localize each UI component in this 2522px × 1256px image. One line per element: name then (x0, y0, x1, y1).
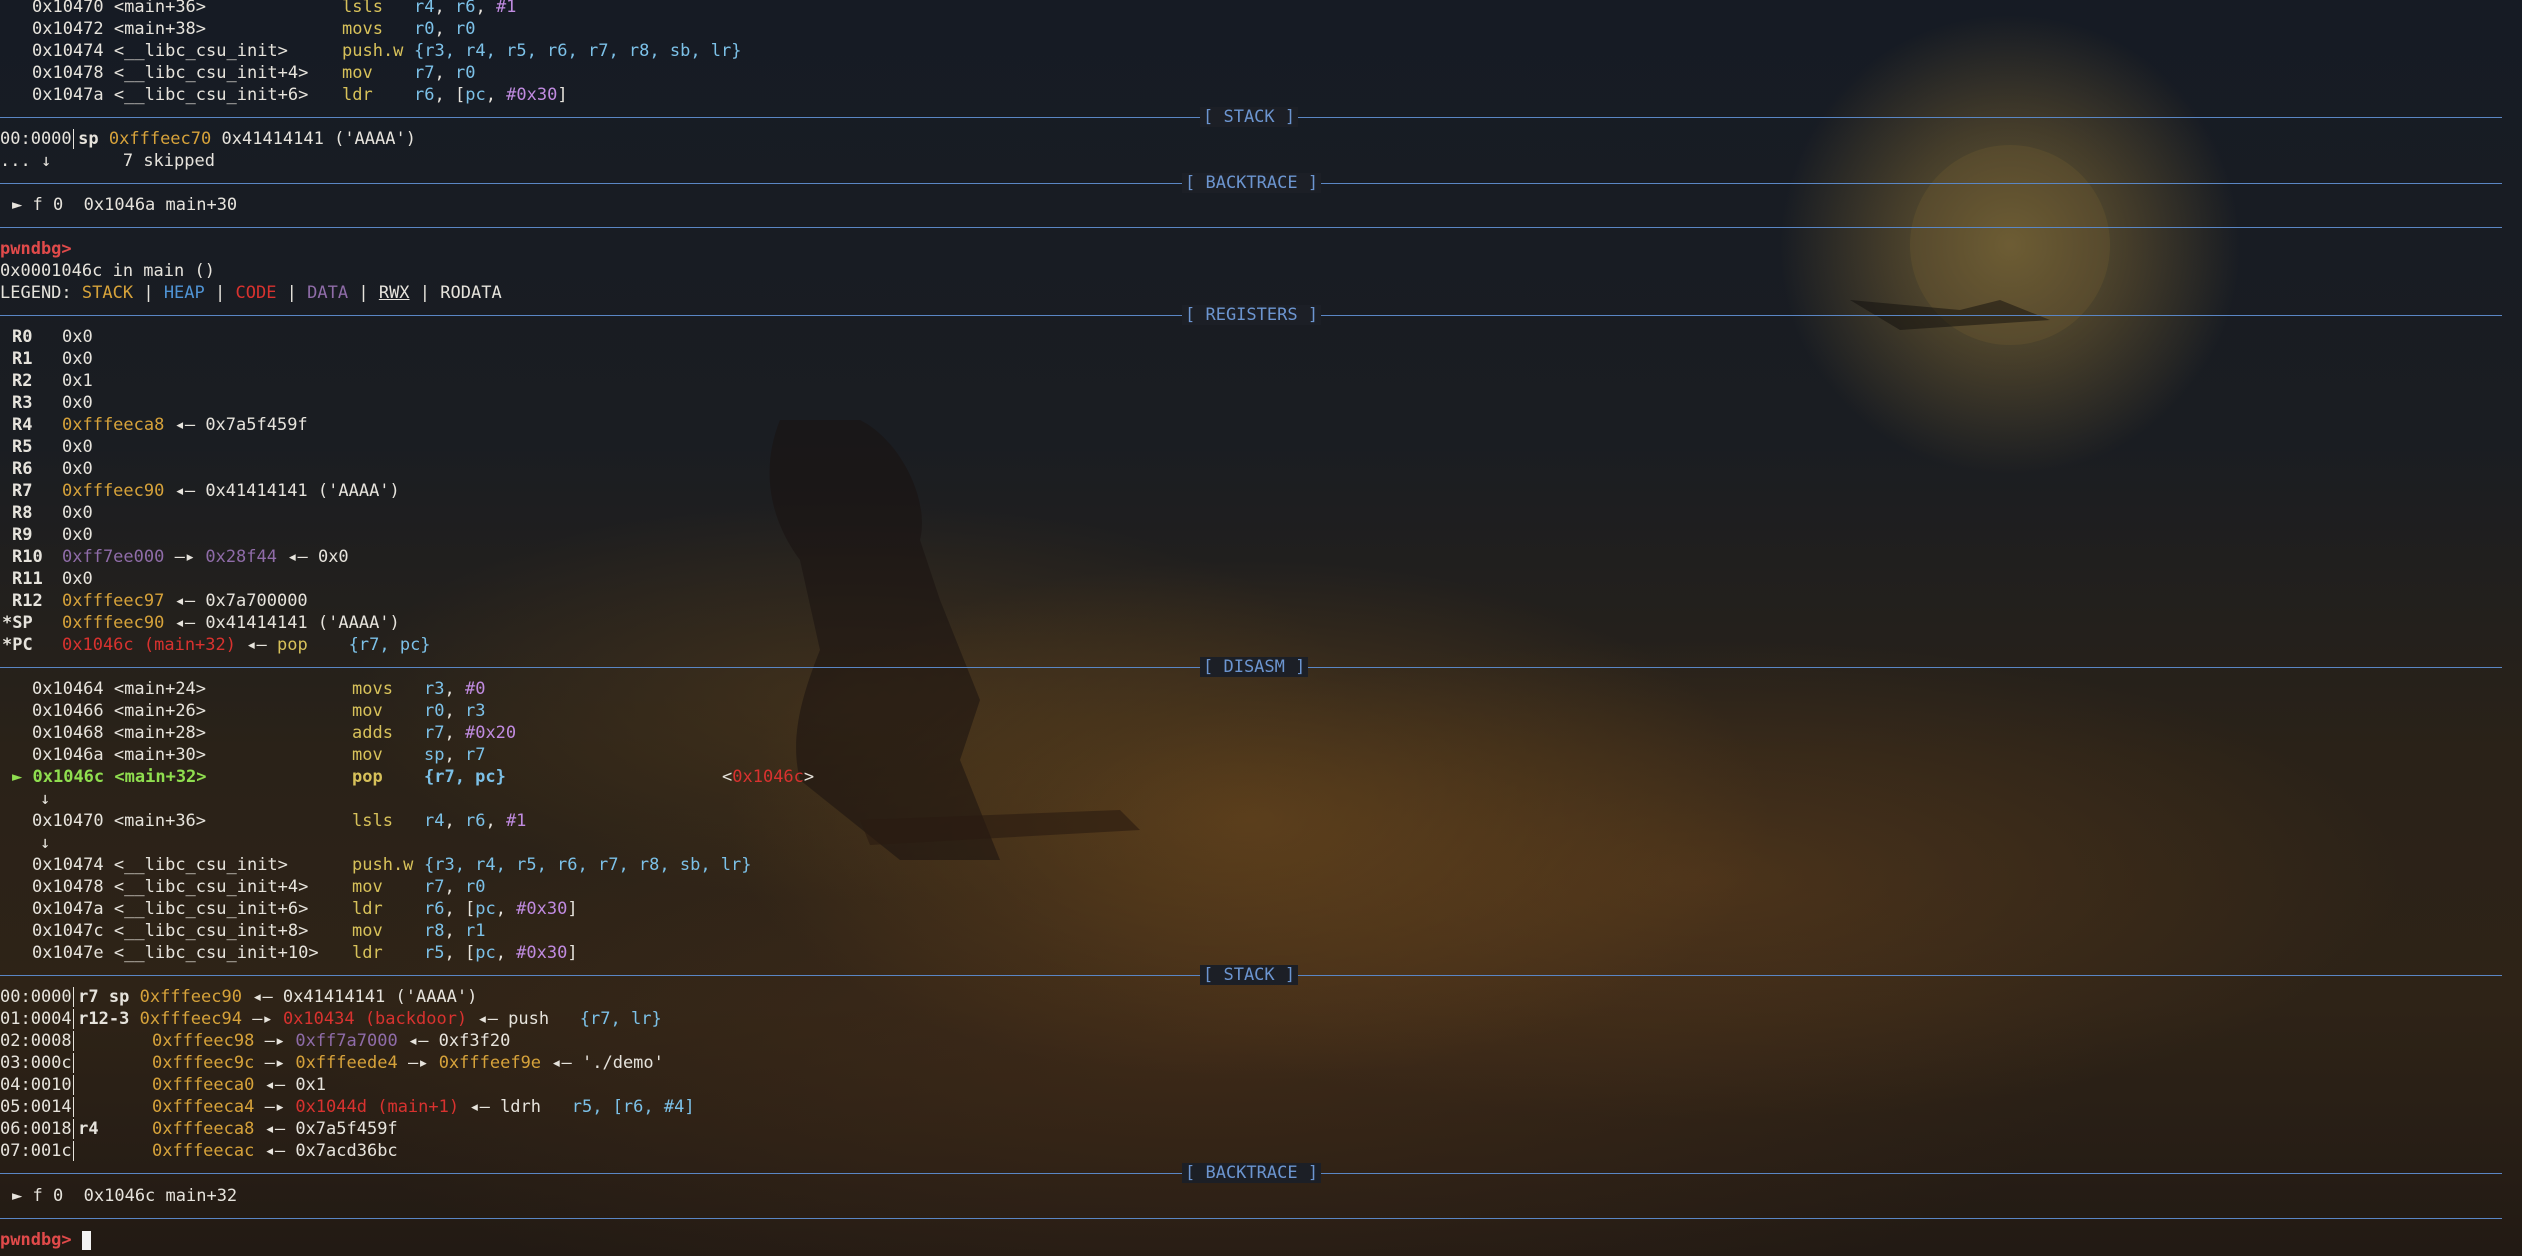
top-disasm-line: 0x10474 <__libc_csu_init> push.w {r3, r4, … (32, 41, 742, 61)
backtrace-frame: ► f 0 0x1046a main+30 (12, 195, 238, 215)
disasm-row: 0x1047c <__libc_csu_init+8> mov r8, r1 (32, 921, 486, 941)
section-end-rule (0, 1207, 2502, 1229)
register-row: R12 0xfffeec97 ◂— 0x7a700000 (12, 591, 308, 611)
disasm-row: 0x1046a <main+30> mov sp, r7 (32, 745, 486, 765)
stack-row: 03:000c 0xfffeec9c —▸ 0xfffeede4 —▸ 0xfff… (0, 1053, 664, 1073)
stack-separator: [ STACK ] (0, 106, 2502, 128)
register-row: R4 0xfffeeca8 ◂— 0x7a5f459f (12, 415, 308, 435)
register-row: R2 0x1 (12, 371, 93, 391)
terminal: 0x10470 <main+36> lsls r4, r6, #1 0x10472 … (0, 0, 2522, 1256)
disasm-row: 0x10468 <main+28> adds r7, #0x20 (32, 723, 517, 743)
disasm-row: 0x1047a <__libc_csu_init+6> ldr r6, [pc, #… (32, 899, 578, 919)
stack-row: 05:0014 0xfffeeca4 —▸ 0x1044d (main+1) ◂—… (0, 1097, 695, 1117)
command-line[interactable]: pwndbg> (0, 1229, 91, 1251)
backtrace-separator: [ BACKTRACE ] (0, 172, 2502, 194)
disasm-row: 0x10478 <__libc_csu_init+4> mov r7, r0 (32, 877, 486, 897)
disasm-row: 0x1047e <__libc_csu_init+10> ldr r5, [pc, … (32, 943, 578, 963)
gdb-prompt: pwndbg> (0, 239, 72, 259)
stack-row: 06:0018 r4 0xfffeeca8 ◂— 0x7a5f459f (0, 1119, 398, 1139)
top-disasm-line: 0x10472 <main+38> movs r0, r0 (32, 19, 476, 39)
top-disasm-line: 0x1047a <__libc_csu_init+6> ldr r6, [pc, #… (32, 85, 568, 105)
register-row: *SP 0xfffeec90 ◂— 0x41414141 ('AAAA') (2, 613, 400, 633)
register-row: R8 0x0 (12, 503, 93, 523)
stack-skip-row: ... ↓ 7 skipped (0, 151, 215, 171)
disasm-row: 0x10466 <main+26> mov r0, r3 (32, 701, 486, 721)
stack-row: 04:0010 0xfffeeca0 ◂— 0x1 (0, 1075, 327, 1095)
down-arrow: ↓ (40, 833, 51, 853)
register-row: R10 0xff7ee000 —▸ 0x28f44 ◂— 0x0 (12, 547, 349, 567)
top-disasm-line: 0x10470 <main+36> lsls r4, r6, #1 (32, 0, 517, 17)
stack-separator: [ STACK ] (0, 964, 2502, 986)
register-row: R6 0x0 (12, 459, 93, 479)
disasm-row: 0x10470 <main+36> lsls r4, r6, #1 (32, 811, 527, 831)
disasm-current-row: ► 0x1046c <main+32> pop {r7, pc} <0x1046c> (12, 767, 815, 787)
stack-row: 02:0008 0xfffeec98 —▸ 0xff7a7000 ◂— 0xf3f… (0, 1031, 511, 1051)
register-row: R0 0x0 (12, 327, 93, 347)
register-row: R5 0x0 (12, 437, 93, 457)
disasm-row: 0x10464 <main+24> movs r3, #0 (32, 679, 486, 699)
stack-row: 01:0004 r12-3 0xfffeec94 —▸ 0x10434 (back… (0, 1009, 662, 1029)
status-line: 0x0001046c in main () (0, 261, 215, 281)
down-arrow: ↓ (40, 789, 51, 809)
top-disasm-line: 0x10478 <__libc_csu_init+4> mov r7, r0 (32, 63, 476, 83)
stack-row: 00:0000 r7 sp 0xfffeec90 ◂— 0x41414141 ('… (0, 987, 478, 1007)
register-row: R1 0x0 (12, 349, 93, 369)
register-row: R9 0x0 (12, 525, 93, 545)
register-row: *PC 0x1046c (main+32) ◂— pop {r7, pc} (2, 635, 431, 655)
register-row: R3 0x0 (12, 393, 93, 413)
legend-line: LEGEND: STACK | HEAP | CODE | DATA | RWX… (0, 283, 502, 303)
backtrace-frame: ► f 0 0x1046c main+32 (12, 1186, 238, 1206)
text-cursor (81, 1230, 91, 1250)
register-row: R11 0x0 (12, 569, 93, 589)
register-row: R7 0xfffeec90 ◂— 0x41414141 ('AAAA') (12, 481, 400, 501)
disasm-row: 0x10474 <__libc_csu_init> push.w {r3, r4, … (32, 855, 752, 875)
disasm-separator: [ DISASM ] (0, 656, 2502, 678)
registers-separator: [ REGISTERS ] (0, 304, 2502, 326)
backtrace-separator: [ BACKTRACE ] (0, 1162, 2502, 1184)
section-end-rule (0, 216, 2502, 238)
stack-row: 00:0000 sp 0xfffeec70 0x41414141 ('AAAA') (0, 129, 416, 149)
stack-row: 07:001c 0xfffeecac ◂— 0x7acd36bc (0, 1141, 398, 1161)
